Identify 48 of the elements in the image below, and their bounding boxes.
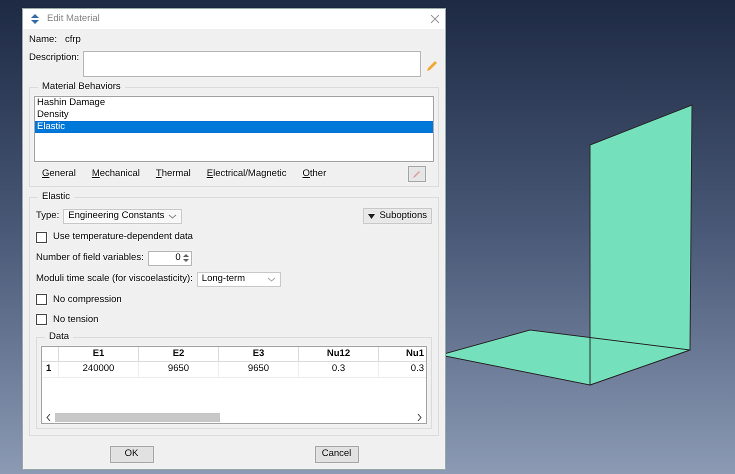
triangle-icon: [368, 214, 376, 219]
suboptions-button[interactable]: Suboptions: [363, 208, 432, 224]
menu-item[interactable]: General: [42, 167, 76, 182]
row-number: 1: [45, 362, 52, 376]
app-icon: [29, 14, 41, 24]
table-cell: 0.3: [298, 362, 378, 376]
time-scale-dropdown[interactable]: Long-term: [196, 272, 281, 286]
column-header: E1: [58, 347, 138, 362]
name-label: Name:: [29, 33, 57, 47]
time-scale-label: Moduli time scale (for viscoelasticity):: [36, 272, 193, 286]
dialog-button[interactable]: Cancel: [314, 446, 358, 463]
description-label: Description:: [29, 51, 80, 66]
checkbox[interactable]: [36, 294, 47, 306]
dialog-button[interactable]: OK: [110, 446, 154, 463]
behavior-item[interactable]: Hashin Damage: [35, 97, 433, 110]
menu-item[interactable]: Mechanical: [92, 167, 140, 182]
type-dropdown[interactable]: Engineering Constants: [63, 208, 182, 224]
field-variables-label: Number of field variables:: [36, 250, 144, 265]
column-header: E3: [218, 347, 298, 362]
table-cell: 9650: [218, 362, 298, 376]
table-cell: 0.3: [378, 362, 426, 376]
behavior-item[interactable]: Density: [35, 109, 433, 122]
checkbox-label: No compression: [53, 292, 122, 306]
column-header: Nu1: [378, 347, 426, 362]
type-label: Type:: [36, 209, 60, 224]
pencil-icon[interactable]: [425, 59, 439, 74]
scroll-left-icon: [46, 414, 51, 420]
window-title: Edit Material: [47, 12, 101, 26]
checkbox[interactable]: [36, 232, 47, 243]
checkbox-label: No tension: [53, 312, 98, 327]
checkbox-label: Use temperature-dependent data: [53, 230, 193, 244]
table-cell: 9650: [138, 362, 218, 376]
menu-item[interactable]: Thermal: [156, 167, 191, 182]
pencil-icon: [412, 169, 422, 180]
table-cell: 240000: [58, 362, 138, 376]
menu-item[interactable]: Electrical/Magnetic: [206, 167, 286, 182]
close-icon[interactable]: [431, 15, 439, 23]
column-header: E2: [138, 347, 218, 362]
description-field[interactable]: [83, 51, 421, 78]
spinner-arrows-icon: [182, 253, 189, 263]
scroll-right-icon: [417, 414, 422, 420]
name-value: cfrp: [64, 33, 81, 47]
column-header: Nu12: [298, 347, 378, 362]
edit-button[interactable]: [408, 166, 426, 182]
checkbox[interactable]: [36, 314, 47, 326]
field-variables-spinner[interactable]: 0: [148, 250, 192, 266]
menu-item[interactable]: Other: [302, 167, 326, 182]
behavior-item[interactable]: Elastic: [35, 121, 433, 134]
